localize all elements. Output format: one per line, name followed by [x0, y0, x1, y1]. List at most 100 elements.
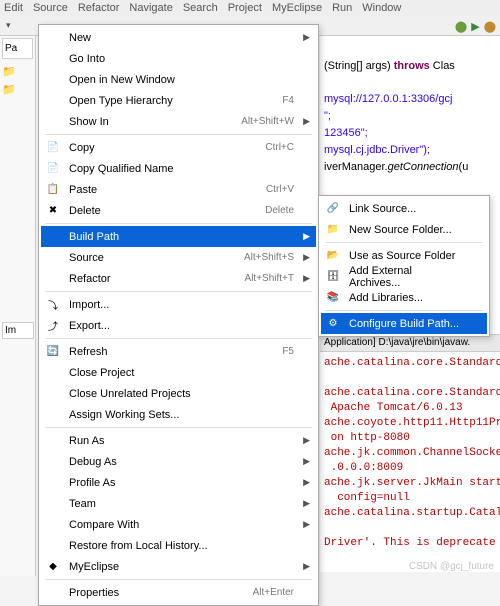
menu-item-source[interactable]: SourceAlt+Shift+S ▶	[41, 247, 316, 268]
menu-label: Copy Qualified Name	[69, 163, 294, 175]
shortcut: Ctrl+C	[265, 142, 294, 153]
menu-item-compare-with[interactable]: Compare With ▶	[41, 514, 316, 535]
menu-label: Copy	[69, 142, 265, 154]
menu-item-new[interactable]: New▶	[41, 27, 316, 48]
shortcut: Alt+Shift+S	[244, 252, 294, 263]
submenu-arrow-icon: ▶	[303, 32, 310, 43]
menu-label: Import...	[69, 299, 294, 311]
menu-item-profile-as[interactable]: Profile As▶	[41, 472, 316, 493]
export-icon: ⤴	[45, 318, 61, 334]
menu-item-show-in[interactable]: Show InAlt+Shift+W▶	[41, 111, 316, 132]
menu-item-properties[interactable]: PropertiesAlt+Enter	[41, 582, 316, 603]
menu-label: Assign Working Sets...	[69, 409, 294, 421]
menu-item-open-type-hierarchy[interactable]: Open Type HierarchyF4	[41, 90, 316, 111]
srcfolder-icon: 📁	[325, 222, 341, 238]
menu-label: Paste	[69, 184, 266, 196]
menu-item-go-into[interactable]: Go Into	[41, 48, 316, 69]
left-panel: Pa 📁 📁	[0, 36, 36, 576]
menu-item-open-in-new-window[interactable]: Open in New Window	[41, 69, 316, 90]
menu-label: Team	[69, 498, 294, 510]
project-icon[interactable]: 📁	[2, 83, 16, 97]
submenu-arrow-icon: ▶	[303, 561, 310, 572]
menu-item-new-source-folder[interactable]: 📁 New Source Folder...	[321, 219, 487, 240]
run-icon[interactable]: ▶	[471, 20, 479, 33]
menu-myeclipse[interactable]: MyEclipse	[272, 2, 322, 14]
menu-window[interactable]: Window	[362, 2, 401, 14]
menu-project[interactable]: Project	[228, 2, 262, 14]
menu-item-refactor[interactable]: RefactorAlt+Shift+T ▶	[41, 268, 316, 289]
menu-edit[interactable]: Edit	[4, 2, 23, 14]
submenu-arrow-icon: ▶	[303, 273, 310, 284]
menu-label: Open Type Hierarchy	[69, 95, 282, 107]
submenu-arrow-icon: ▶	[303, 231, 310, 242]
copy-icon: 📄	[45, 140, 61, 156]
jar-icon: 🗄	[325, 269, 341, 285]
submenu-arrow-icon: ▶	[303, 435, 310, 446]
menu-label: Source	[69, 252, 244, 264]
menu-item-restore-from-local-history[interactable]: Restore from Local History...	[41, 535, 316, 556]
menu-item-add-libraries[interactable]: 📚Add Libraries...	[321, 287, 487, 308]
menu-item-delete[interactable]: ✖DeleteDelete	[41, 200, 316, 221]
menu-label: MyEclipse	[69, 561, 294, 573]
menu-item-use-as-source-folder[interactable]: 📂Use as Source Folder	[321, 245, 487, 266]
menu-item-close-unrelated-projects[interactable]: Close Unrelated Projects	[41, 383, 316, 404]
menu-item-build-path[interactable]: Build Path ▶	[41, 226, 316, 247]
image-tab[interactable]: Im	[2, 322, 34, 339]
menu-item-run-as[interactable]: Run As▶	[41, 430, 316, 451]
menu-run[interactable]: Run	[332, 2, 352, 14]
menu-label: Add External Archives...	[349, 265, 465, 289]
shortcut: Alt+Shift+T	[245, 273, 294, 284]
usesrc-icon: 📂	[325, 248, 341, 264]
menu-label: Restore from Local History...	[69, 540, 294, 552]
menu-item-configure-build-path[interactable]: ⚙Configure Build Path...	[321, 313, 487, 334]
tool-icon[interactable]: ⬤	[484, 20, 496, 33]
tree-icons: 📁 📁	[0, 61, 35, 101]
submenu-arrow-icon: ▶	[303, 498, 310, 509]
menu-label: Add Libraries...	[349, 292, 465, 304]
submenu-arrow-icon: ▶	[303, 519, 310, 530]
menubar: Edit Source Refactor Navigate Search Project M…	[0, 0, 500, 16]
menu-label: Go Into	[69, 53, 294, 65]
menu-item-paste[interactable]: 📋PasteCtrl+V	[41, 179, 316, 200]
shortcut: F5	[282, 346, 294, 357]
debug-icon[interactable]: ⬤	[455, 20, 467, 33]
menu-label: Properties	[69, 587, 253, 599]
editor-toolbar: ⬤ ▶ ⬤	[455, 20, 496, 33]
package-explorer-tab[interactable]: Pa	[2, 38, 33, 59]
menu-item-refresh[interactable]: 🔄RefreshF5	[41, 341, 316, 362]
menu-item-link-source[interactable]: 🔗Link Source...	[321, 198, 487, 219]
submenu-arrow-icon: ▶	[303, 456, 310, 467]
menu-label: New Source Folder...	[349, 224, 465, 236]
submenu-arrow-icon: ▶	[303, 477, 310, 488]
menu-search[interactable]: Search	[183, 2, 218, 14]
menu-navigate[interactable]: Navigate	[129, 2, 172, 14]
project-icon[interactable]: 📁	[2, 65, 16, 79]
menu-source[interactable]: Source	[33, 2, 68, 14]
menu-item-close-project[interactable]: Close Project	[41, 362, 316, 383]
menu-label: Debug As	[69, 456, 294, 468]
menu-item-myeclipse[interactable]: ◆ MyEclipse ▶	[41, 556, 316, 577]
context-menu: New▶ Go Into Open in New Window Open Type H…	[38, 24, 319, 606]
shortcut: Alt+Enter	[253, 587, 294, 598]
menu-label: Build Path	[69, 231, 294, 243]
menu-item-debug-as[interactable]: Debug As ▶	[41, 451, 316, 472]
menu-label: Compare With	[69, 519, 294, 531]
toolbar-dropdown[interactable]: ▾	[6, 20, 11, 31]
menu-label: Configure Build Path...	[349, 318, 465, 330]
menu-item-copy[interactable]: 📄 CopyCtrl+C	[41, 137, 316, 158]
console-output[interactable]: ache.catalina.core.Standard ache.catalin…	[320, 352, 500, 572]
menu-item-team[interactable]: Team ▶	[41, 493, 316, 514]
copyq-icon: 📄	[45, 161, 61, 177]
me-icon: ◆	[45, 559, 61, 575]
menu-item-copy-qualified-name[interactable]: 📄 Copy Qualified Name	[41, 158, 316, 179]
menu-item-add-external-archives[interactable]: 🗄 Add External Archives...	[321, 266, 487, 287]
menu-item-export[interactable]: ⤴Export...	[41, 315, 316, 336]
menu-refactor[interactable]: Refactor	[78, 2, 120, 14]
menu-item-import[interactable]: ⤵Import...	[41, 294, 316, 315]
menu-label: Open in New Window	[69, 74, 294, 86]
watermark: CSDN @gcj_future	[409, 561, 494, 572]
menu-label: Refactor	[69, 273, 245, 285]
submenu-arrow-icon: ▶	[303, 252, 310, 263]
submenu-arrow-icon: ▶	[303, 116, 310, 127]
menu-item-assign-working-sets[interactable]: Assign Working Sets...	[41, 404, 316, 425]
